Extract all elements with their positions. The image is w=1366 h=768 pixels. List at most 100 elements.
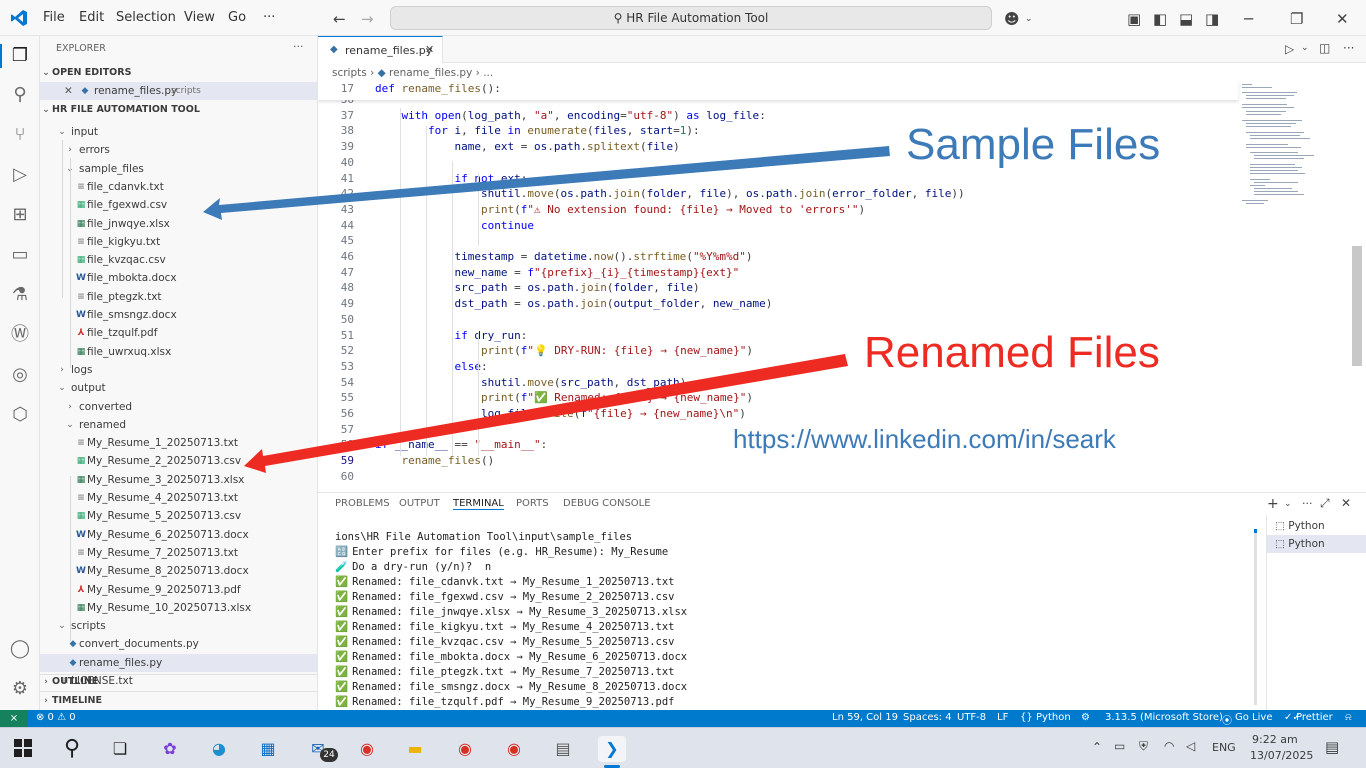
tree-file[interactable]: ⅄ My_Resume_9_20250713.pdf (40, 581, 317, 599)
code-line[interactable]: 42 shutil.move(os.path.join(folder, file… (318, 186, 1238, 202)
go-live[interactable]: Go Live (1235, 712, 1272, 723)
timeline-header[interactable]: › TIMELINE (40, 691, 317, 709)
tree-file[interactable]: ≡ My_Resume_1_20250713.txt (40, 434, 317, 452)
tab-rename-files[interactable]: ◆ rename_files.py ✕ (318, 36, 443, 63)
tree-folder[interactable]: ⌄ scripts (40, 617, 317, 635)
windows-start-icon[interactable] (14, 739, 34, 759)
copilot-app-icon[interactable]: ✿ (156, 736, 184, 762)
eol[interactable]: LF (997, 712, 1008, 723)
chevron-down-icon[interactable]: ⌄ (1301, 43, 1309, 53)
more-menu-icon[interactable]: ··· (263, 10, 275, 25)
task-view-icon[interactable]: ❏ (106, 736, 134, 762)
panel-tab-terminal[interactable]: TERMINAL (453, 498, 504, 510)
chrome-icon[interactable]: ◉ (451, 736, 479, 762)
panel-more-icon[interactable]: ··· (1302, 497, 1313, 510)
tree-file[interactable]: ▦ My_Resume_10_20250713.xlsx (40, 599, 317, 617)
close-editor-icon[interactable]: ✕ (64, 82, 73, 100)
menu-view[interactable]: View (184, 10, 215, 25)
toggle-secondary-sidebar-icon[interactable]: ◨ (1205, 10, 1219, 28)
code-line[interactable]: 56 log_file.write(f"{file} → {new_name}\… (318, 406, 1238, 422)
new-terminal-plus-icon[interactable]: + (1267, 496, 1279, 512)
panel-tab-debug-console[interactable]: DEBUG CONSOLE (563, 498, 651, 509)
tree-file[interactable]: ≡ My_Resume_4_20250713.txt (40, 489, 317, 507)
toggle-sidebar-icon[interactable]: ◧ (1153, 10, 1167, 28)
tree-file[interactable]: ▦ file_fgexwd.csv (40, 196, 317, 214)
split-editor-icon[interactable]: ◫ (1319, 41, 1330, 55)
back-arrow-icon[interactable]: ← (333, 10, 346, 28)
command-center-search[interactable]: ⚲ HR File Automation Tool (390, 6, 992, 30)
customize-layout-icon[interactable]: ▣ (1127, 10, 1141, 28)
indentation[interactable]: Spaces: 4 (903, 712, 952, 723)
maximize-panel-icon[interactable]: ⤢ (1320, 496, 1330, 511)
code-line[interactable]: 43 print(f"⚠ No extension found: {file} … (318, 202, 1238, 218)
tree-folder[interactable]: › logs (40, 361, 317, 379)
problems-count[interactable]: ⊗ 0 ⚠ 0 (36, 712, 76, 723)
breadcrumb-folder[interactable]: scripts (332, 67, 367, 79)
security-shield-icon[interactable]: ⛨ (1139, 739, 1148, 754)
chevron-down-icon[interactable]: ⌄ (1284, 499, 1292, 509)
open-editor-item[interactable]: ✕ ◆ rename_files.py scripts (40, 82, 317, 100)
tree-file[interactable]: W My_Resume_6_20250713.docx (40, 526, 317, 544)
menu-edit[interactable]: Edit (79, 10, 104, 25)
editor-more-icon[interactable]: ··· (1343, 41, 1354, 55)
tree-file[interactable]: ≡ file_cdanvk.txt (40, 178, 317, 196)
tree-file[interactable]: W My_Resume_8_20250713.docx (40, 562, 317, 580)
code-line[interactable]: 44 continue (318, 218, 1238, 234)
store-icon[interactable]: ▦ (254, 736, 282, 762)
tree-folder[interactable]: ⌄sample_files (40, 160, 317, 178)
explorer-icon[interactable]: ❐ (8, 44, 32, 68)
testing-icon[interactable]: ⚗ (8, 283, 32, 307)
minimap[interactable] (1238, 80, 1336, 280)
extensions-icon[interactable]: ⊞ (8, 203, 32, 227)
volume-icon[interactable]: ◁ (1186, 739, 1195, 753)
source-control-icon[interactable]: ⑂ (8, 123, 32, 147)
editor-scrollbar[interactable] (1352, 246, 1362, 366)
accounts-icon[interactable]: ◯ (8, 637, 32, 661)
tree-file[interactable]: ◆ rename_files.py (40, 653, 317, 672)
chrome-icon[interactable]: ◉ (353, 736, 381, 762)
panel-tab-output[interactable]: OUTPUT (399, 498, 440, 509)
tree-folder[interactable]: ⌄ renamed (40, 416, 317, 434)
edge-icon[interactable]: ◕ (205, 736, 233, 762)
tree-folder[interactable]: ⌄ output (40, 379, 317, 397)
code-line[interactable]: 45 (318, 233, 1238, 249)
search-activity-icon[interactable]: ⚲ (8, 83, 32, 107)
tree-file[interactable]: ⅄ file_tzqulf.pdf (40, 324, 317, 342)
panel-tab-problems[interactable]: PROBLEMS (335, 498, 390, 509)
clock-time[interactable]: 9:22 am (1252, 733, 1298, 746)
code-line[interactable]: 48 src_path = os.path.join(folder, file) (318, 280, 1238, 296)
tree-file[interactable]: ▦ file_jnwqye.xlsx (40, 215, 317, 233)
tree-file[interactable]: ▦ file_kvzqac.csv (40, 251, 317, 269)
manage-gear-icon[interactable]: ⚙ (8, 677, 32, 701)
close-panel-icon[interactable]: ✕ (1341, 496, 1351, 510)
tree-file[interactable]: ▦ My_Resume_5_20250713.csv (40, 507, 317, 525)
python-interpreter[interactable]: 3.13.5 (Microsoft Store) (1105, 712, 1223, 723)
wifi-icon[interactable]: ◠ (1164, 739, 1174, 753)
tree-file[interactable]: ▦ My_Resume_3_20250713.xlsx (40, 471, 317, 489)
open-editors-header[interactable]: ⌄ OPEN EDITORS (40, 64, 317, 82)
tree-file[interactable]: Wfile_mbokta.docx (40, 269, 317, 287)
language-mode[interactable]: Python (1036, 712, 1071, 723)
search-icon[interactable]: ⚲ (58, 736, 86, 762)
outline-header[interactable]: › OUTLINE (40, 673, 317, 691)
prettier[interactable]: Prettier (1296, 712, 1333, 723)
remote-explorer-icon[interactable]: ▭ (8, 243, 32, 267)
minimize-icon[interactable]: ─ (1244, 10, 1253, 28)
tree-file[interactable]: ▦ My_Resume_2_20250713.csv (40, 452, 317, 470)
tree-file[interactable]: ◆ convert_documents.py (40, 635, 317, 653)
remote-indicator-icon[interactable]: ⨯ (0, 710, 28, 727)
menu-go[interactable]: Go (228, 10, 246, 25)
run-python-icon[interactable]: ▷ (1285, 42, 1294, 56)
chrome-icon[interactable]: ◉ (500, 736, 528, 762)
chevron-down-icon[interactable]: ⌄ (1025, 14, 1033, 24)
tree-folder[interactable]: › errors (40, 141, 317, 159)
file-explorer-icon[interactable]: ▬ (401, 736, 429, 762)
terminal-item-active[interactable]: ⬚ Python (1267, 535, 1366, 553)
project-header[interactable]: ⌄ HR FILE AUTOMATION TOOL (40, 101, 317, 119)
vscode-taskbar-icon[interactable]: ❯ (598, 736, 626, 762)
edge-devtools-icon[interactable]: ◎ (8, 363, 32, 387)
code-line[interactable]: 41 if not ext: (318, 171, 1238, 187)
code-line[interactable]: 49 dst_path = os.path.join(output_folder… (318, 296, 1238, 312)
explorer-more-icon[interactable]: ··· (293, 40, 304, 53)
breadcrumb-file[interactable]: rename_files.py (389, 67, 472, 79)
